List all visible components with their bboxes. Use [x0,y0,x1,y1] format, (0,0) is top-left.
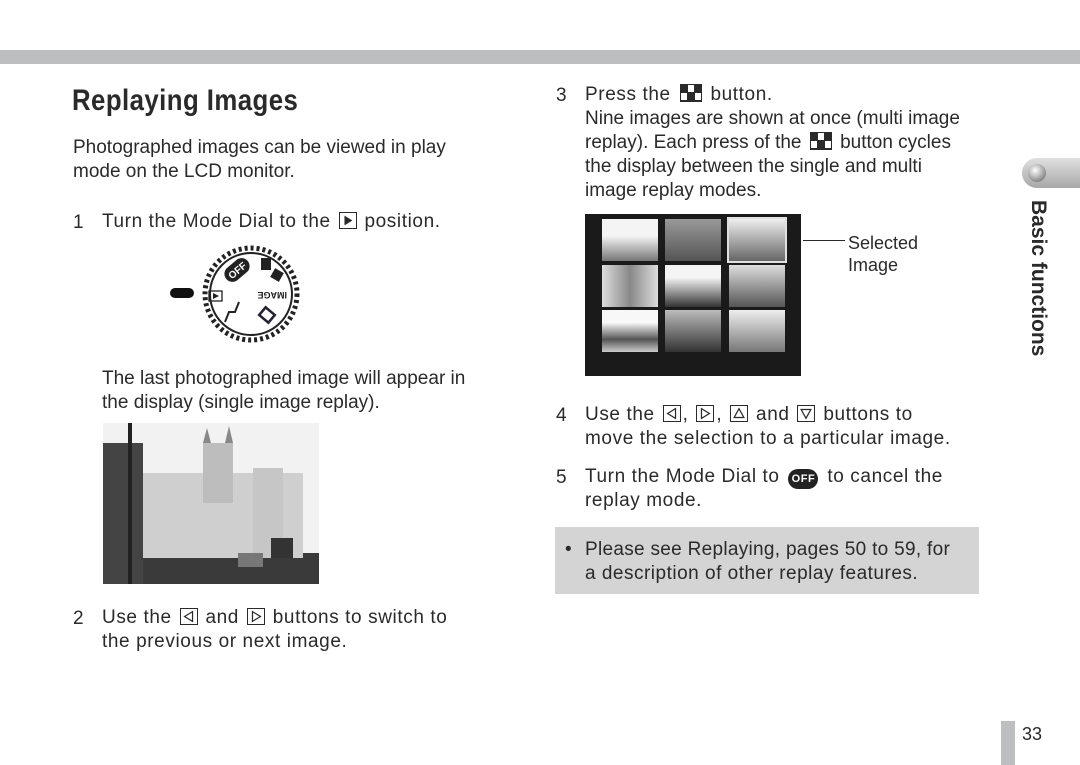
step-5-number: 5 [556,467,567,488]
multi-replay-screen [585,214,801,376]
note-line-1: Please see Replaying, pages 50 to 59, fo… [585,539,951,560]
thumbnail [665,265,721,307]
step-1-number: 1 [73,212,84,233]
step-1-text: Turn the Mode Dial to the position. [102,210,441,234]
step-5-pre: Turn the Mode Dial to [585,466,780,487]
step-3-post: button. [710,84,773,105]
thumbnail [665,310,721,352]
result-line-1: The last photographed image will appear … [102,368,466,389]
step-4-post: buttons to [823,404,913,425]
step-1-post: position. [364,211,441,232]
step-3-line-3b: button cycles [840,132,951,153]
thumbnail [602,310,658,352]
step-5-post: to cancel the [827,466,943,487]
note-bullet: • [565,539,572,560]
note-line-2: a description of other replay features. [585,563,919,584]
single-replay-photo [103,423,319,584]
right-arrow-button-icon [696,405,715,422]
step-3-line-4: the display between the single and multi [585,156,922,177]
header-band [0,50,1080,64]
step-2-text: Use the and buttons to switch to [102,606,447,630]
page-number-bar [1001,721,1015,765]
step-1-pre: Turn the Mode Dial to the [102,211,331,232]
callout-line-1: Selected [848,233,919,253]
section-tab [1022,158,1080,188]
callout-line-2: Image [848,255,899,275]
result-line-2: the display (single image replay). [102,392,380,413]
step-3-line-2: Nine images are shown at once (multi ima… [585,108,960,129]
play-icon [338,212,357,229]
step-2-mid: and [205,607,239,628]
step-3-pre: Press the [585,84,671,105]
dial-indicator [170,288,194,298]
thumbnail [602,219,658,261]
down-arrow-button-icon [797,405,816,422]
intro-line-2: mode on the LCD monitor. [73,161,295,182]
step-2-number: 2 [73,608,84,629]
step-3-line-3a: replay). Each press of the [585,132,802,153]
callout-line [803,240,845,241]
left-arrow-button-icon [662,405,681,422]
step-4-text: Use the , , and buttons to [585,403,913,427]
step-4-line-2: move the selection to a particular image… [585,428,951,449]
mode-dial-illustration: OFF IMAGE [170,245,300,343]
step-2-pre: Use the [102,607,172,628]
step-2-post: buttons to switch to [272,607,448,628]
comma: , [682,404,689,425]
comma: , [716,404,723,425]
dial-image-label: IMAGE [257,290,287,300]
step-2-line-2: the previous or next image. [102,631,348,652]
thumbnail [729,265,785,307]
step-4-number: 4 [556,405,567,426]
step-3-title: Press the button. [585,83,773,107]
page-number: 33 [1022,724,1043,744]
step-5-text: Turn the Mode Dial to OFF to cancel the [585,465,943,489]
step-3-line-5: image replay modes. [585,180,762,201]
thumbnail [602,265,658,307]
step-3-line-3: replay). Each press of the button cycles [585,131,951,155]
camera-icon [261,258,271,270]
step-5-line-2: replay mode. [585,490,703,511]
page-title: Replaying Images [72,84,299,117]
off-icon: OFF [788,469,819,489]
multi-image-button-icon [809,132,832,150]
intro-line-1: Photographed images can be viewed in pla… [73,137,446,158]
right-arrow-button-icon [246,608,265,625]
thumbnail [665,219,721,261]
step-4-pre: Use the [585,404,655,425]
step-3-number: 3 [556,85,567,106]
step-4-and: and [756,404,790,425]
tab-knob-icon [1028,164,1046,182]
left-arrow-button-icon [179,608,198,625]
up-arrow-button-icon [730,405,749,422]
section-label: Basic functions [1027,200,1050,357]
multi-image-button-icon [679,84,702,102]
selected-thumbnail [727,217,787,263]
thumbnail [729,310,785,352]
